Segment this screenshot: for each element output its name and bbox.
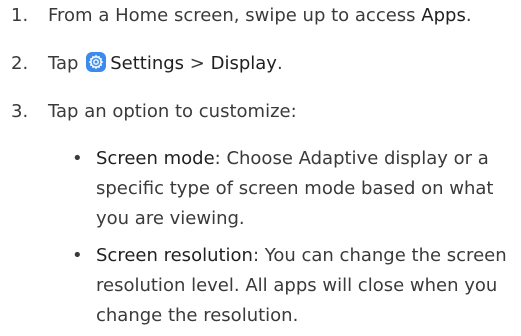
step-text-post: . <box>465 5 472 26</box>
bullet-title: Screen mode <box>96 148 215 169</box>
bullet-text: Screen resolution: You can change the sc… <box>96 241 516 331</box>
step-text-post: . <box>276 53 283 74</box>
step-text: Tap an option to customize: <box>48 101 297 122</box>
bullet-text: Screen mode: Choose Adaptive display or … <box>96 144 516 234</box>
step-number: 3. <box>11 101 29 122</box>
apps-label: Apps <box>421 5 466 26</box>
display-label: Display <box>210 53 277 74</box>
step-text-pre: From a Home screen, swipe up to access <box>48 5 422 26</box>
bullet-title: Screen resolution <box>96 245 253 266</box>
step-number: 1. <box>11 5 29 26</box>
bullet-marker: • <box>72 245 83 266</box>
step-text: From a Home screen, swipe up to access A… <box>48 4 472 28</box>
step-number: 2. <box>11 53 29 74</box>
bullet-marker: • <box>72 148 83 169</box>
instructions-document: 1. From a Home screen, swipe up to acces… <box>0 0 521 336</box>
gear-icon <box>86 52 107 72</box>
step-text: Tap Settings > Display. <box>48 52 283 76</box>
path-separator: > <box>184 53 211 74</box>
step-text-pre: Tap <box>48 53 79 74</box>
settings-label: Settings <box>110 53 185 74</box>
